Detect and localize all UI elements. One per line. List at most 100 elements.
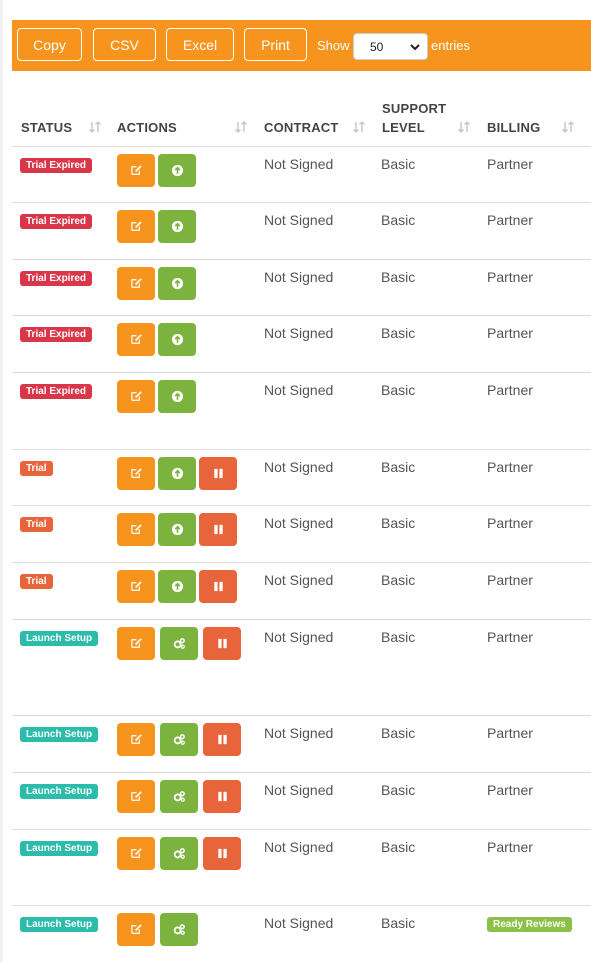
gears-icon xyxy=(173,847,186,860)
sort-icon[interactable] xyxy=(88,120,102,134)
status-badge: Trial xyxy=(20,517,53,532)
settings-button[interactable] xyxy=(160,723,198,756)
billing-cell: Partner xyxy=(487,782,533,798)
billing-cell: Partner xyxy=(487,156,533,172)
contract-cell: Not Signed xyxy=(264,269,334,285)
upload-icon xyxy=(171,580,184,593)
edit-button[interactable] xyxy=(117,323,155,356)
support-level-cell: Basic xyxy=(381,269,416,285)
status-badge: Launch Setup xyxy=(20,917,99,932)
billing-badge: Ready Reviews xyxy=(487,917,572,932)
upload-icon xyxy=(171,390,184,403)
table-row: Launch Setup Not Signed Basic Partner xyxy=(12,772,591,829)
gears-icon xyxy=(173,923,186,936)
contract-cell: Not Signed xyxy=(264,212,334,228)
upload-icon xyxy=(171,523,184,536)
upload-button[interactable] xyxy=(158,154,196,187)
edit-button[interactable] xyxy=(117,780,155,813)
support-level-cell: Basic xyxy=(381,325,416,341)
edit-icon xyxy=(130,923,143,936)
contract-cell: Not Signed xyxy=(264,459,334,475)
table-row: Launch Setup Not Signed Basic Ready Reviews xyxy=(12,905,591,962)
column-header-contract[interactable]: CONTRACT xyxy=(264,118,339,137)
settings-button[interactable] xyxy=(160,780,198,813)
sort-icon[interactable] xyxy=(352,120,366,134)
csv-button[interactable]: CSV xyxy=(93,28,156,61)
billing-cell: Partner xyxy=(487,839,533,855)
sort-icon[interactable] xyxy=(561,120,575,134)
support-level-cell: Basic xyxy=(381,156,416,172)
edit-button[interactable] xyxy=(117,627,155,660)
sort-icon[interactable] xyxy=(234,120,248,134)
edit-button[interactable] xyxy=(117,837,155,870)
upload-button[interactable] xyxy=(158,380,196,413)
column-header-status[interactable]: STATUS xyxy=(21,118,72,137)
upload-icon xyxy=(171,164,184,177)
pause-button[interactable] xyxy=(203,627,241,660)
support-level-cell: Basic xyxy=(381,725,416,741)
upload-icon xyxy=(171,277,184,290)
column-header-billing[interactable]: BILLING xyxy=(487,118,540,137)
pause-button[interactable] xyxy=(203,837,241,870)
column-header-actions[interactable]: ACTIONS xyxy=(117,118,177,137)
sort-icon[interactable] xyxy=(457,120,471,134)
billing-cell: Partner xyxy=(487,515,533,531)
table-row: Trial Expired Not Signed Basic Partner xyxy=(12,372,591,449)
pause-icon xyxy=(216,733,229,746)
support-level-cell: Basic xyxy=(381,515,416,531)
pause-icon xyxy=(212,523,225,536)
settings-button[interactable] xyxy=(160,913,198,946)
edit-button[interactable] xyxy=(117,267,155,300)
status-badge: Trial Expired xyxy=(20,214,93,229)
column-header-support-level[interactable]: SUPPORT LEVEL xyxy=(382,99,446,137)
upload-button[interactable] xyxy=(158,323,196,356)
excel-button[interactable]: Excel xyxy=(166,28,234,61)
edit-button[interactable] xyxy=(117,457,155,490)
table-row: Trial Expired Not Signed Basic Partner xyxy=(12,202,591,259)
upload-button[interactable] xyxy=(158,267,196,300)
upload-button[interactable] xyxy=(158,210,196,243)
support-header-line1: SUPPORT xyxy=(382,101,447,116)
edit-button[interactable] xyxy=(117,380,155,413)
edit-icon xyxy=(130,733,143,746)
pause-button[interactable] xyxy=(199,513,237,546)
edit-icon xyxy=(130,333,143,346)
edit-icon xyxy=(130,580,143,593)
table-row: Trial Expired Not Signed Basic Partner xyxy=(12,259,591,315)
support-level-cell: Basic xyxy=(381,459,416,475)
edit-icon xyxy=(130,847,143,860)
settings-button[interactable] xyxy=(160,627,198,660)
pause-button[interactable] xyxy=(203,780,241,813)
pause-icon xyxy=(212,467,225,480)
table-row: Trial Expired Not Signed Basic Partner xyxy=(12,146,591,202)
page-size-select[interactable]: 50 xyxy=(353,33,428,60)
upload-button[interactable] xyxy=(158,513,196,546)
table-row: Trial Not Signed Basic Partner xyxy=(12,505,591,562)
edit-icon xyxy=(130,277,143,290)
contract-cell: Not Signed xyxy=(264,572,334,588)
pause-button[interactable] xyxy=(199,457,237,490)
settings-button[interactable] xyxy=(160,837,198,870)
pause-button[interactable] xyxy=(203,723,241,756)
edit-button[interactable] xyxy=(117,723,155,756)
pause-button[interactable] xyxy=(199,570,237,603)
support-level-cell: Basic xyxy=(381,782,416,798)
edit-button[interactable] xyxy=(117,913,155,946)
edit-button[interactable] xyxy=(117,570,155,603)
upload-icon xyxy=(171,333,184,346)
copy-button[interactable]: Copy xyxy=(17,28,82,61)
upload-button[interactable] xyxy=(158,457,196,490)
status-badge: Launch Setup xyxy=(20,784,99,799)
upload-button[interactable] xyxy=(158,570,196,603)
edit-button[interactable] xyxy=(117,154,155,187)
contract-cell: Not Signed xyxy=(264,629,334,645)
gears-icon xyxy=(173,733,186,746)
support-level-cell: Basic xyxy=(381,212,416,228)
table-row: Launch Setup Not Signed Basic Partner xyxy=(12,829,591,905)
edit-icon xyxy=(130,637,143,650)
pause-icon xyxy=(216,847,229,860)
edit-button[interactable] xyxy=(117,210,155,243)
print-button[interactable]: Print xyxy=(244,28,307,61)
edit-icon xyxy=(130,220,143,233)
edit-button[interactable] xyxy=(117,513,155,546)
